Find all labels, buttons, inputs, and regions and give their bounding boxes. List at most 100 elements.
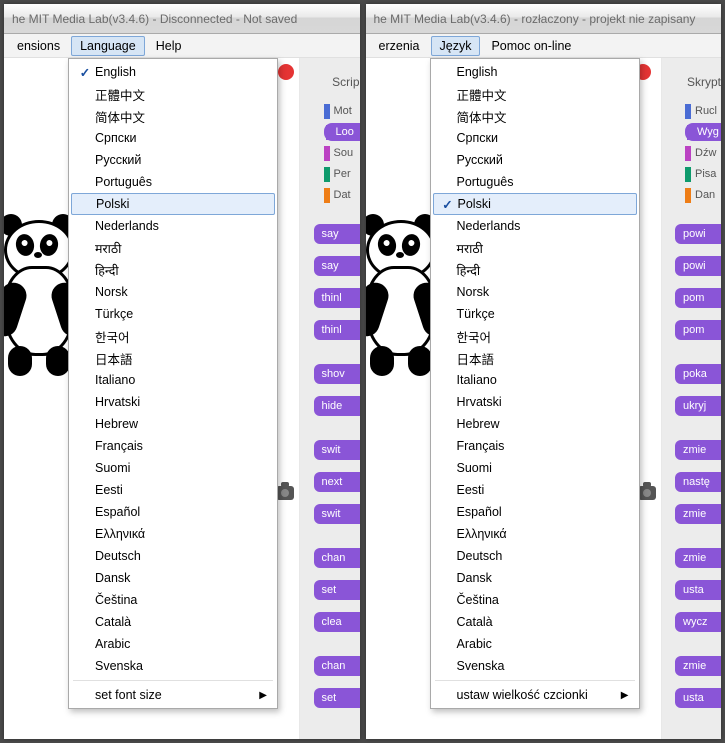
code-block[interactable]: wycz xyxy=(675,612,721,632)
menu-extensions[interactable]: erzenia xyxy=(370,36,429,56)
code-block[interactable]: powi xyxy=(675,256,721,276)
code-block[interactable]: thinl xyxy=(314,320,360,340)
language-option[interactable]: Español xyxy=(433,501,637,523)
language-option[interactable]: Italiano xyxy=(71,369,275,391)
language-option[interactable]: Nederlands xyxy=(71,215,275,237)
language-option[interactable]: Suomi xyxy=(433,457,637,479)
code-block[interactable]: zmie xyxy=(675,440,721,460)
menu-help[interactable]: Pomoc on-line xyxy=(482,36,580,56)
language-option[interactable]: Arabic xyxy=(71,633,275,655)
language-option[interactable]: Türkçe xyxy=(71,303,275,325)
code-block[interactable]: hide xyxy=(314,396,360,416)
language-option[interactable]: Eesti xyxy=(71,479,275,501)
code-block[interactable]: poka xyxy=(675,364,721,384)
language-option[interactable]: Svenska xyxy=(433,655,637,677)
code-block[interactable]: next xyxy=(314,472,360,492)
menu-help[interactable]: Help xyxy=(147,36,191,56)
code-block[interactable]: swit xyxy=(314,440,360,460)
language-option[interactable]: Ελληνικά xyxy=(433,523,637,545)
code-block[interactable]: clea xyxy=(314,612,360,632)
language-option[interactable]: Hebrew xyxy=(71,413,275,435)
camera-icon[interactable] xyxy=(638,486,656,500)
language-option[interactable]: Русский xyxy=(433,149,637,171)
language-option[interactable]: Hebrew xyxy=(433,413,637,435)
category-item[interactable]: Per xyxy=(324,165,360,183)
language-option[interactable]: हिन्दी xyxy=(71,259,275,281)
category-item[interactable]: Mot xyxy=(324,102,360,120)
code-block[interactable]: powi xyxy=(675,224,721,244)
code-block[interactable]: nastę xyxy=(675,472,721,492)
code-block[interactable]: usta xyxy=(675,688,721,708)
category-item[interactable]: Wyg xyxy=(685,123,721,141)
camera-icon[interactable] xyxy=(276,486,294,500)
category-item[interactable]: Dźw xyxy=(685,144,721,162)
language-option[interactable]: Türkçe xyxy=(433,303,637,325)
code-block[interactable]: set xyxy=(314,580,360,600)
language-option[interactable]: Српски xyxy=(433,127,637,149)
code-block[interactable]: zmie xyxy=(675,656,721,676)
language-option[interactable]: Ελληνικά xyxy=(71,523,275,545)
category-item[interactable]: Dat xyxy=(324,186,360,204)
language-option[interactable]: Dansk xyxy=(71,567,275,589)
code-block[interactable]: thinl xyxy=(314,288,360,308)
language-option[interactable]: Français xyxy=(71,435,275,457)
code-block[interactable]: set xyxy=(314,688,360,708)
code-block[interactable]: swit xyxy=(314,504,360,524)
language-option[interactable]: मराठी xyxy=(433,237,637,259)
language-option[interactable]: Português xyxy=(71,171,275,193)
language-option[interactable]: Italiano xyxy=(433,369,637,391)
code-block[interactable]: zmie xyxy=(675,504,721,524)
category-item[interactable]: Rucl xyxy=(685,102,721,120)
language-option[interactable]: English xyxy=(433,61,637,83)
language-option[interactable]: Suomi xyxy=(71,457,275,479)
category-item[interactable]: Loo xyxy=(324,123,360,141)
language-option[interactable]: 正體中文 xyxy=(433,83,637,105)
code-block[interactable]: say xyxy=(314,256,360,276)
language-option[interactable]: Čeština xyxy=(71,589,275,611)
language-option[interactable]: Català xyxy=(71,611,275,633)
language-option[interactable]: ✓English xyxy=(71,61,275,83)
language-option[interactable]: Arabic xyxy=(433,633,637,655)
language-option[interactable]: Svenska xyxy=(71,655,275,677)
code-block[interactable]: usta xyxy=(675,580,721,600)
font-size-submenu[interactable]: set font size▶ xyxy=(71,684,275,706)
language-option[interactable]: Eesti xyxy=(433,479,637,501)
category-item[interactable]: Pisa xyxy=(685,165,721,183)
font-size-submenu[interactable]: ustaw wielkość czcionki▶ xyxy=(433,684,637,706)
language-option[interactable]: 한국어 xyxy=(433,325,637,347)
language-option[interactable]: Norsk xyxy=(71,281,275,303)
language-option[interactable]: Nederlands xyxy=(433,215,637,237)
code-block[interactable]: ukryj xyxy=(675,396,721,416)
language-option[interactable]: Norsk xyxy=(433,281,637,303)
code-block[interactable]: chan xyxy=(314,548,360,568)
language-option[interactable]: Deutsch xyxy=(71,545,275,567)
code-block[interactable]: pom xyxy=(675,288,721,308)
code-block[interactable]: chan xyxy=(314,656,360,676)
language-option[interactable]: Deutsch xyxy=(433,545,637,567)
language-option[interactable]: 日本語 xyxy=(433,347,637,369)
menu-language[interactable]: Language xyxy=(71,36,145,56)
language-option[interactable]: 한국어 xyxy=(71,325,275,347)
language-option[interactable]: Čeština xyxy=(433,589,637,611)
language-option[interactable]: Català xyxy=(433,611,637,633)
language-option[interactable]: ✓Polski xyxy=(433,193,637,215)
menu-language[interactable]: Język xyxy=(431,36,481,56)
language-option[interactable]: Hrvatski xyxy=(433,391,637,413)
language-option[interactable]: Español xyxy=(71,501,275,523)
stop-icon[interactable] xyxy=(278,64,294,80)
category-item[interactable]: Dan xyxy=(685,186,721,204)
language-option[interactable]: हिन्दी xyxy=(433,259,637,281)
language-option[interactable]: Polski xyxy=(71,193,275,215)
language-option[interactable]: 简体中文 xyxy=(71,105,275,127)
code-block[interactable]: shov xyxy=(314,364,360,384)
category-item[interactable]: Sou xyxy=(324,144,360,162)
language-option[interactable]: 日本語 xyxy=(71,347,275,369)
language-option[interactable]: 简体中文 xyxy=(433,105,637,127)
language-option[interactable]: 正體中文 xyxy=(71,83,275,105)
language-option[interactable]: Dansk xyxy=(433,567,637,589)
language-option[interactable]: Français xyxy=(433,435,637,457)
code-block[interactable]: zmie xyxy=(675,548,721,568)
code-block[interactable]: say xyxy=(314,224,360,244)
language-option[interactable]: Hrvatski xyxy=(71,391,275,413)
language-option[interactable]: Português xyxy=(433,171,637,193)
